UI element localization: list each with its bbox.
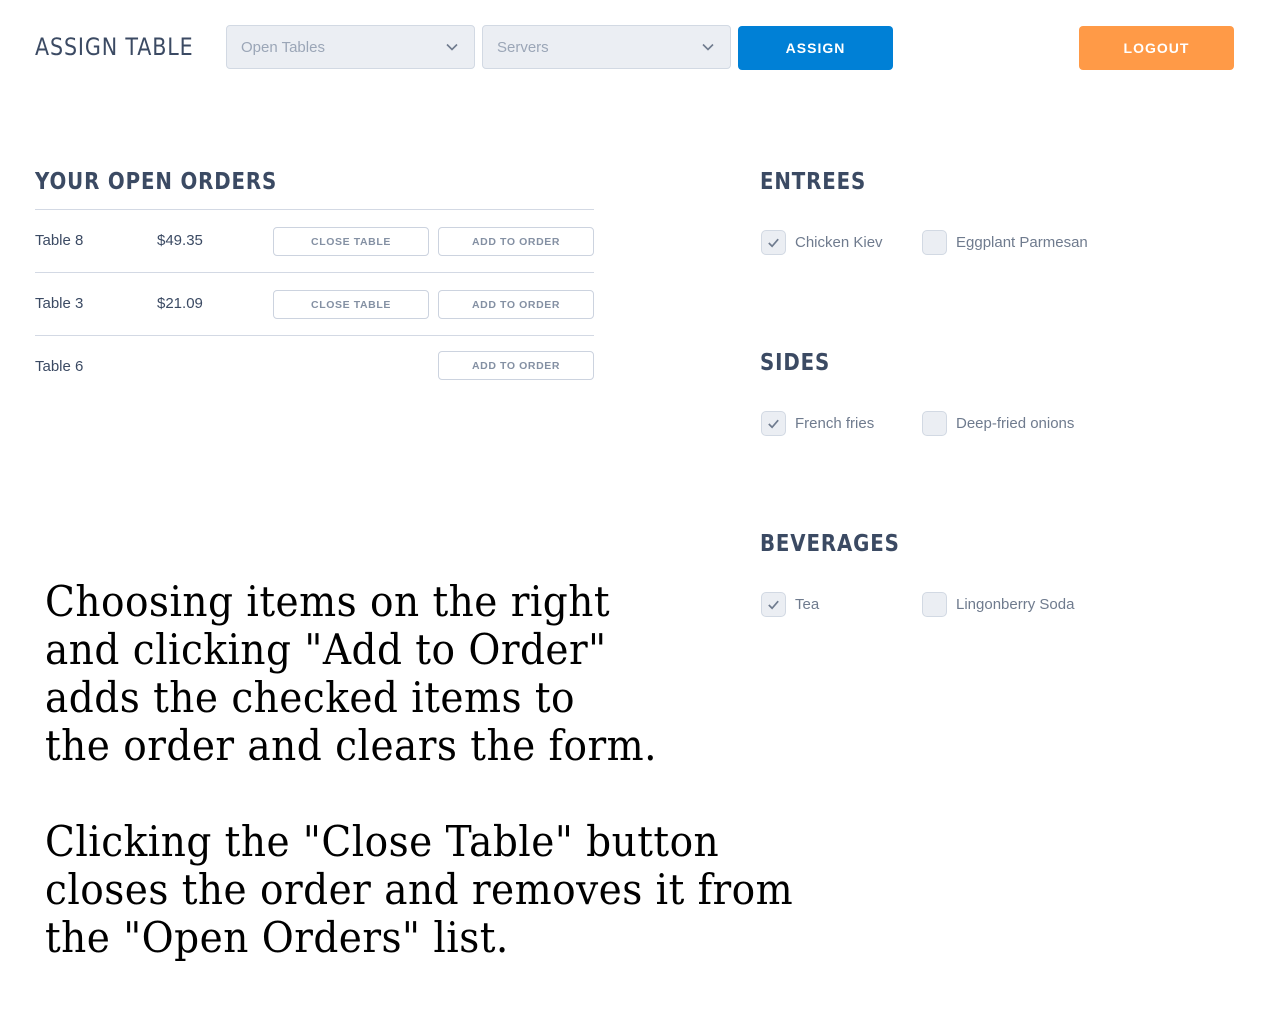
instructions-paragraph-close: Clicking the "Close Table" button closes…: [45, 817, 794, 962]
menu-item-chicken-kiev[interactable]: Chicken Kiev: [761, 229, 883, 255]
order-row: Table 6 ADD TO ORDER: [35, 336, 594, 396]
order-row: Table 3 $21.09 CLOSE TABLE ADD TO ORDER: [35, 273, 594, 335]
assign-button[interactable]: ASSIGN: [738, 26, 893, 70]
item-label: Deep-fried onions: [956, 414, 1075, 432]
open-orders-title: YOUR OPEN ORDERS: [35, 169, 278, 195]
checkbox-unchecked[interactable]: [922, 410, 947, 436]
entrees-title: ENTREES: [760, 169, 867, 195]
servers-placeholder: Servers: [497, 38, 549, 56]
menu-item-french-fries[interactable]: French fries: [761, 410, 874, 436]
instructions: Choosing items on the right and clicking…: [45, 578, 865, 962]
checkbox-unchecked[interactable]: [922, 591, 947, 617]
open-orders-list: Table 8 $49.35 CLOSE TABLE ADD TO ORDER …: [35, 209, 594, 396]
sides-title: SIDES: [760, 350, 831, 376]
open-tables-select[interactable]: Open Tables: [226, 25, 475, 69]
checkbox-checked[interactable]: [761, 229, 786, 255]
close-table-button[interactable]: CLOSE TABLE: [273, 290, 429, 319]
menu-item-deep-fried-onions[interactable]: Deep-fried onions: [922, 410, 1074, 436]
item-label: Eggplant Parmesan: [956, 233, 1088, 251]
check-icon: [768, 419, 779, 428]
menu-item-lingonberry-soda[interactable]: Lingonberry Soda: [922, 591, 1074, 617]
logout-button[interactable]: LOGOUT: [1079, 26, 1234, 70]
check-icon: [768, 238, 779, 247]
order-table-name: Table 6: [35, 358, 84, 375]
chevron-down-icon: [702, 43, 714, 51]
item-label: Chicken Kiev: [795, 233, 883, 251]
order-table-name: Table 8: [35, 232, 84, 249]
instructions-paragraph-add: Choosing items on the right and clicking…: [45, 577, 657, 770]
checkbox-unchecked[interactable]: [922, 229, 947, 255]
chevron-down-icon: [446, 43, 458, 51]
item-label: French fries: [795, 414, 875, 432]
entrees-items: Chicken Kiev Eggplant Parmesan: [760, 229, 1240, 259]
item-label: Lingonberry Soda: [956, 595, 1075, 613]
add-to-order-button[interactable]: ADD TO ORDER: [438, 227, 594, 256]
add-to-order-button[interactable]: ADD TO ORDER: [438, 290, 594, 319]
add-to-order-button[interactable]: ADD TO ORDER: [438, 351, 594, 380]
page-title: ASSIGN TABLE: [35, 33, 194, 61]
checkbox-checked[interactable]: [761, 410, 786, 436]
order-total: $21.09: [157, 295, 203, 312]
close-table-button[interactable]: CLOSE TABLE: [273, 227, 429, 256]
menu-item-eggplant-parmesan[interactable]: Eggplant Parmesan: [922, 229, 1088, 255]
order-row: Table 8 $49.35 CLOSE TABLE ADD TO ORDER: [35, 210, 594, 272]
assign-table-page: ASSIGN TABLE Open Tables Servers ASSIGN …: [0, 0, 1280, 1024]
sides-items: French fries Deep-fried onions: [760, 410, 1240, 440]
beverages-title: BEVERAGES: [760, 531, 900, 557]
order-table-name: Table 3: [35, 295, 84, 312]
servers-select[interactable]: Servers: [482, 25, 731, 69]
open-tables-placeholder: Open Tables: [241, 38, 325, 56]
order-total: $49.35: [157, 232, 203, 249]
